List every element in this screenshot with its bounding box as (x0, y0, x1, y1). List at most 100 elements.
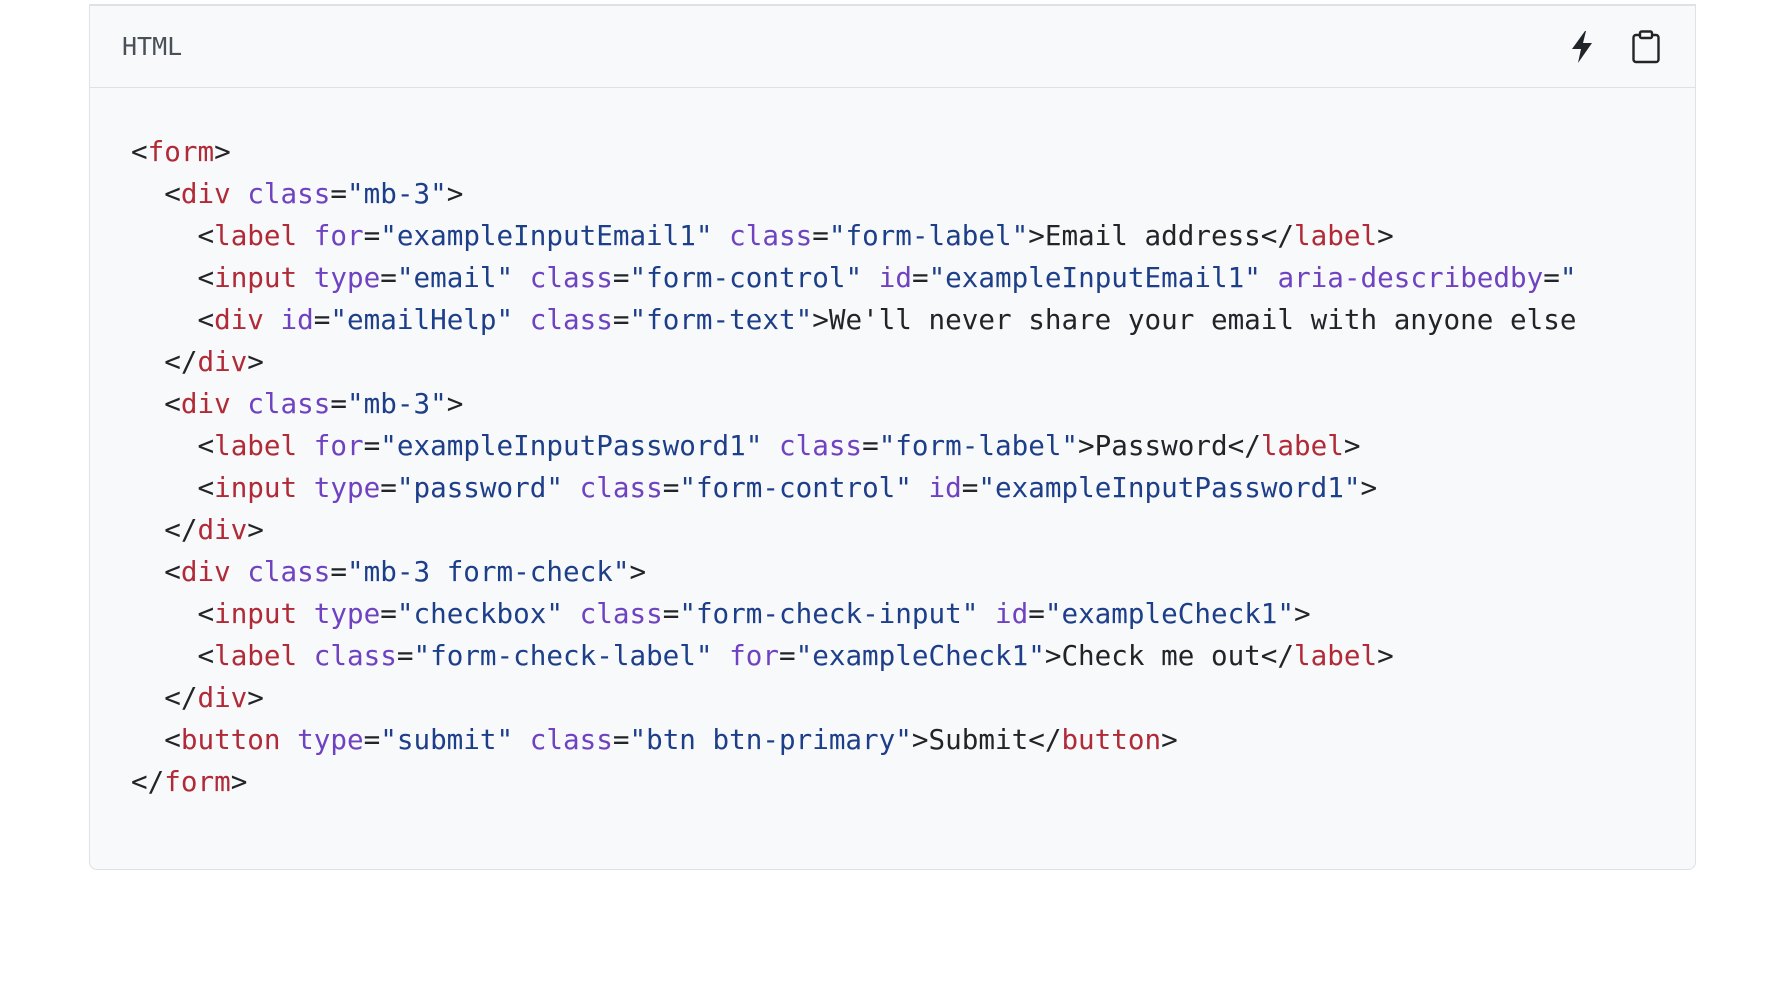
code-token-punc (563, 597, 580, 630)
code-token-attr: type (297, 723, 364, 756)
code-line: <div id="emailHelp" class="form-text">We… (131, 299, 1695, 341)
code-token-str: "form-control" (629, 261, 863, 294)
code-token-attr: class (529, 723, 613, 756)
code-token-punc (264, 303, 281, 336)
code-token-punc: = (612, 723, 630, 756)
code-token-punc: < (131, 555, 181, 588)
code-token-punc (281, 723, 298, 756)
code-token-tag: div (180, 387, 231, 420)
code-token-attr: for (729, 639, 779, 672)
code-token-punc: </ (1227, 429, 1261, 462)
code-token-str: "form-check-label" (413, 639, 713, 672)
code-token-str: "btn btn-primary" (629, 723, 912, 756)
code-token-punc: < (131, 261, 215, 294)
code-token-punc: = (363, 429, 381, 462)
code-example-card: HTML <form> <div class="mb-3"> <label fo… (89, 4, 1696, 870)
code-token-punc (231, 177, 248, 210)
code-token-punc: = (396, 639, 414, 672)
code-token-attr: class (247, 177, 331, 210)
code-token-tag: button (180, 723, 281, 756)
code-token-text: We'll never share your email with anyone… (828, 303, 1577, 336)
code-token-tag: div (197, 513, 248, 546)
lightning-icon[interactable] (1565, 30, 1599, 64)
code-token-punc (297, 471, 314, 504)
code-line: </div> (131, 677, 1695, 719)
code-token-punc: < (131, 387, 181, 420)
code-token-tag: div (180, 177, 231, 210)
code-token-punc: > (911, 723, 929, 756)
code-token-punc: > (1161, 723, 1178, 756)
code-token-tag: label (1260, 429, 1344, 462)
code-token-punc: = (662, 471, 680, 504)
code-token-punc: = (778, 639, 796, 672)
code-token-punc: = (313, 303, 331, 336)
code-token-punc (713, 639, 730, 672)
code-token-punc: > (446, 387, 464, 420)
code-token-punc (513, 303, 530, 336)
code-token-tag: form (147, 135, 215, 168)
code-line: <button type="submit" class="btn btn-pri… (131, 719, 1695, 761)
code-token-punc: > (1360, 471, 1378, 504)
code-token-punc: > (1377, 639, 1394, 672)
code-token-str: "mb-3 form-check" (347, 555, 630, 588)
code-token-punc: > (1294, 597, 1311, 630)
code-token-punc (231, 555, 248, 588)
code-token-punc (563, 471, 580, 504)
code-token-punc: < (131, 135, 148, 168)
code-token-tag: label (1294, 219, 1378, 252)
code-token-punc: </ (131, 681, 198, 714)
code-token-punc: > (214, 135, 231, 168)
code-token-attr: type (313, 471, 381, 504)
code-token-punc: </ (131, 765, 165, 798)
code-token-str: " (1559, 261, 1577, 294)
code-token-punc: </ (1260, 639, 1295, 672)
language-label: HTML (122, 32, 183, 61)
code-token-punc (297, 639, 314, 672)
code-token-attr: class (778, 429, 863, 462)
code-line: </form> (131, 761, 1695, 803)
code-token-str: "form-label" (828, 219, 1029, 252)
code-line: <input type="email" class="form-control"… (131, 257, 1695, 299)
code-token-tag: div (214, 303, 264, 336)
code-token-punc: = (380, 597, 397, 630)
code-token-punc: </ (1028, 723, 1062, 756)
code-token-attr: id (994, 597, 1029, 630)
code-token-str: "checkbox" (396, 597, 563, 630)
code-token-str: "mb-3" (347, 387, 447, 420)
code-line: <input type="password" class="form-contr… (131, 467, 1695, 509)
code-token-punc: = (330, 555, 348, 588)
code-token-punc (297, 219, 314, 252)
code-token-punc (862, 261, 879, 294)
code-token-punc: </ (131, 513, 198, 546)
code-line: <label for="exampleInputEmail1" class="f… (131, 215, 1695, 257)
code-token-tag: label (214, 219, 298, 252)
code-token-punc (713, 219, 730, 252)
code-token-punc (978, 597, 995, 630)
code-token-punc (912, 471, 929, 504)
code-token-punc: > (247, 681, 264, 714)
code-token-punc: < (131, 429, 215, 462)
code-token-punc (1261, 261, 1278, 294)
code-token-str: "exampleInputPassword1" (978, 471, 1361, 504)
code-token-punc: = (662, 597, 680, 630)
code-token-attr: class (247, 555, 331, 588)
code-token-str: "exampleInputEmail1" (928, 261, 1261, 294)
code-token-tag: form (164, 765, 231, 798)
code-token-punc: > (1343, 429, 1361, 462)
clipboard-icon[interactable] (1629, 29, 1663, 64)
code-token-punc: = (961, 471, 979, 504)
code-token-punc: < (131, 639, 215, 672)
code-token-punc: > (812, 303, 829, 336)
code-token-attr: class (529, 303, 613, 336)
code-token-str: "password" (396, 471, 563, 504)
code-token-str: "exampleInputEmail1" (380, 219, 713, 252)
clipboard-icon-svg (1632, 29, 1660, 63)
code-token-punc: < (131, 219, 215, 252)
code-token-punc: > (1028, 219, 1045, 252)
code-token-punc: < (131, 723, 181, 756)
code-token-tag: input (214, 471, 298, 504)
code-token-punc: = (812, 219, 829, 252)
code-content[interactable]: <form> <div class="mb-3"> <label for="ex… (131, 131, 1695, 803)
code-token-punc (297, 261, 314, 294)
code-token-punc: = (1543, 261, 1560, 294)
